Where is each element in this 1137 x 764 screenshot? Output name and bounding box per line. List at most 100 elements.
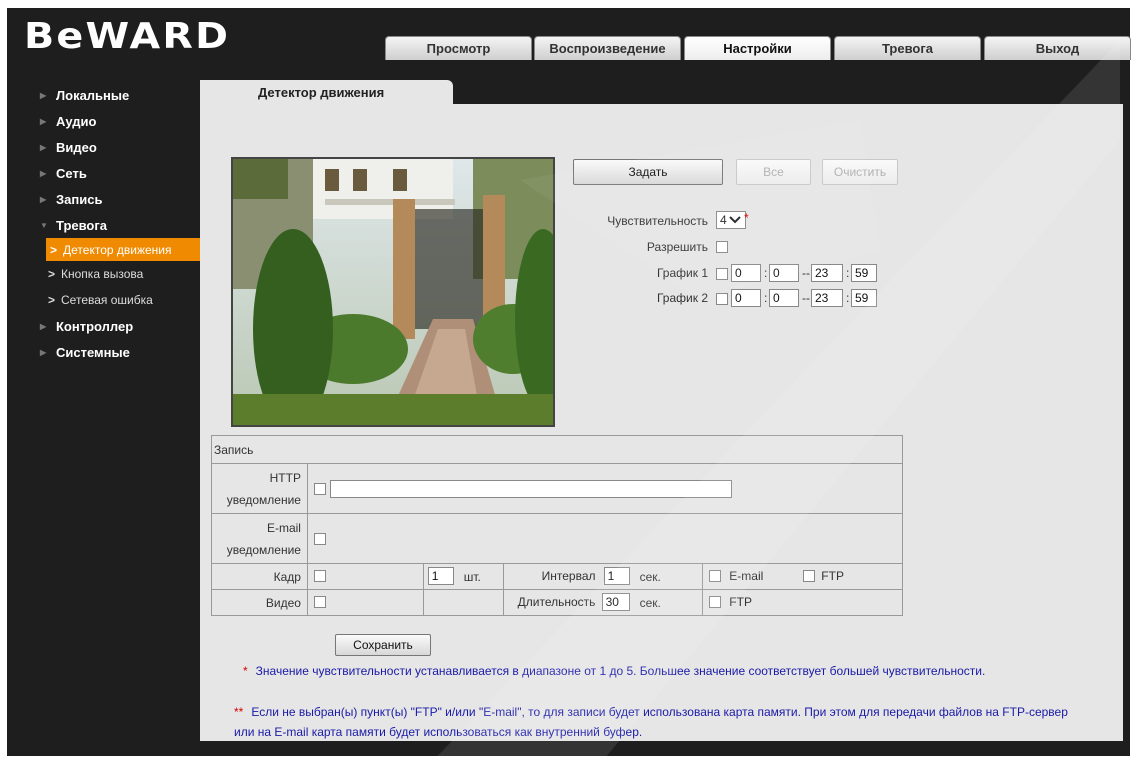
duration-unit: сек. [639,596,661,610]
schedule1-label: График 1 [656,266,708,280]
table-row: Запись [211,435,903,464]
sidebar-item-label: Сеть [56,165,87,181]
http-label-line1: HTTP [269,470,301,485]
interval-unit: сек. [639,570,661,584]
sidebar-subitem-label: Детектор движения [63,242,172,257]
sidebar-item-local[interactable]: ▶ Локальные [40,82,210,108]
video-ftp-checkbox[interactable] [709,596,722,608]
save-button[interactable]: Сохранить [335,634,431,656]
interval-input[interactable]: 1 [603,567,630,585]
time-separator: : [846,266,850,280]
frame-email-checkbox[interactable] [709,570,722,582]
sidebar-item-system[interactable]: ▶ Системные [40,339,210,365]
record-header: Запись [211,435,903,464]
sidebar: ▶ Локальные ▶ Аудио ▶ Видео ▶ Сеть ▶ Запись ▼… [40,82,210,365]
duration-input[interactable]: 30 [601,593,630,611]
chevron-right-icon: > [50,242,58,257]
table-row: E-mail уведомление [211,513,904,564]
sidebar-item-label: Локальные [56,87,130,103]
tab-view[interactable]: Просмотр [385,36,532,60]
note-text: Если не выбран(ы) пункт(ы) "FTP" и/или "… [251,705,1068,719]
schedule1-end-minute-input[interactable]: 59 [851,264,877,282]
time-separator: : [846,291,850,305]
sidebar-item-label: Системные [56,344,130,360]
email-label-line1: E-mail [266,520,301,535]
video-check-cell [306,589,424,616]
schedule2-end-hour-input[interactable]: 23 [811,289,843,307]
record-table: Запись HTTP уведомление E-mail уведомление… [211,435,904,616]
frame-count-cell: 1 шт. [422,563,504,590]
sidebar-item-record[interactable]: ▶ Запись [40,186,210,212]
schedule2-checkbox[interactable] [716,293,728,305]
triangle-right-icon: ▶ [40,321,47,331]
page-title: Детектор движения [258,84,385,100]
select-all-button[interactable]: Все [736,159,811,185]
time-separator: : [764,291,768,305]
triangle-right-icon: ▶ [40,116,47,126]
tab-playback[interactable]: Воспроизведение [534,36,681,60]
frame-checkbox[interactable] [313,570,326,582]
sidebar-item-alarm[interactable]: ▼ Тревога [40,212,210,238]
email-cell [306,513,904,564]
sidebar-item-network[interactable]: ▶ Сеть [40,160,210,186]
sidebar-item-controller[interactable]: ▶ Контроллер [40,313,210,339]
sensitivity-label: Чувствительность [607,214,708,228]
frame-unit: шт. [463,570,481,584]
note-asterisk: * [243,664,248,678]
video-empty-cell [422,589,504,616]
frame-ftp-checkbox[interactable] [803,570,816,582]
table-row: Кадр 1 шт. Интервал 1 сек. E-mail FTP [211,563,903,590]
range-separator: -- [802,291,810,305]
http-url-input[interactable] [329,480,732,498]
note-text: или на E-mail карта памяти будет использ… [234,725,643,739]
sensitivity-note: * Значение чувствительности устанавливает… [243,664,985,678]
sensitivity-value: 4 [720,213,727,227]
schedule1-start-minute-input[interactable]: 0 [769,264,799,282]
sidebar-subitem-network-error[interactable]: > Сетевая ошибка [40,287,210,313]
sidebar-subitem-motion-detector[interactable]: > Детектор движения [46,238,204,261]
required-star: * [744,211,749,225]
chevron-down-icon [729,216,741,224]
sidebar-subitem-label: Сетевая ошибка [61,293,153,307]
email-checkbox[interactable] [313,533,326,545]
time-separator: : [764,266,768,280]
clear-button[interactable]: Очистить [822,159,898,185]
video-targets-cell: FTP [702,589,903,616]
sidebar-subitem-call-button[interactable]: > Кнопка вызова [40,261,210,287]
sidebar-item-label: Видео [56,139,97,155]
tab-alarm[interactable]: Тревога [834,36,981,60]
frame-ftp-label: FTP [821,569,844,583]
interval-label: Интервал [541,569,596,583]
note-asterisk: ** [234,705,244,719]
set-zone-button[interactable]: Задать [573,159,723,185]
enable-checkbox[interactable] [716,241,728,253]
duration-label: Длительность [517,595,596,609]
chevron-right-icon: > [48,293,56,307]
camera-preview[interactable] [231,157,555,427]
schedule1-start-hour-input[interactable]: 0 [731,264,761,282]
schedule2-label: График 2 [656,291,708,305]
video-checkbox[interactable] [313,596,326,608]
frame-count-input[interactable]: 1 [427,567,454,585]
sidebar-item-label: Аудио [56,113,97,129]
schedule2-end-minute-input[interactable]: 59 [851,289,877,307]
triangle-right-icon: ▶ [40,194,47,204]
top-nav: Просмотр Воспроизведение Настройки Трево… [0,36,1137,60]
sidebar-item-label: Тревога [56,217,108,233]
chevron-right-icon: > [48,267,56,281]
schedule1-end-hour-input[interactable]: 23 [811,264,843,282]
interval-cell: Интервал 1 сек. [502,563,704,590]
frame-label: Кадр [211,563,308,590]
http-cell [306,463,904,514]
http-checkbox[interactable] [313,483,326,495]
tab-logout[interactable]: Выход [984,36,1131,60]
schedule2-start-hour-input[interactable]: 0 [731,289,761,307]
http-label: HTTP уведомление [211,463,308,514]
schedule1-checkbox[interactable] [716,268,728,280]
sidebar-item-video[interactable]: ▶ Видео [40,134,210,160]
sidebar-item-audio[interactable]: ▶ Аудио [40,108,210,134]
schedule2-start-minute-input[interactable]: 0 [769,289,799,307]
tab-settings[interactable]: Настройки [684,36,831,60]
http-label-line2: уведомление [226,492,301,507]
storage-note: ** Если не выбран(ы) пункт(ы) "FTP" и/или… [234,702,1114,742]
